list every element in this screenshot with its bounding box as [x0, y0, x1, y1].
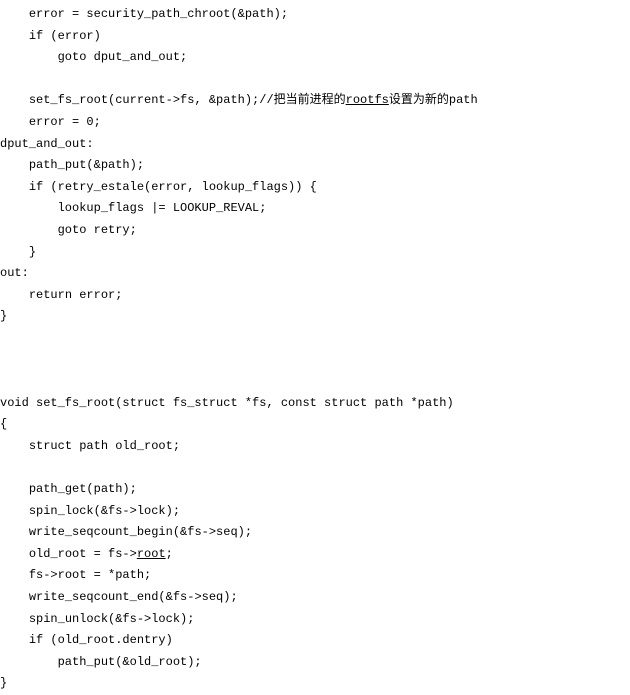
code-line: out:	[0, 263, 630, 285]
code-token: if (error)	[29, 29, 101, 43]
code-line: fs->root = *path;	[0, 565, 630, 587]
code-line: dput_and_out:	[0, 134, 630, 156]
code-line: write_seqcount_begin(&fs->seq);	[0, 522, 630, 544]
code-line: }	[0, 242, 630, 264]
code-token: ;	[166, 547, 173, 561]
code-line: struct path old_root;	[0, 436, 630, 458]
code-line: path_get(path);	[0, 479, 630, 501]
code-line: write_seqcount_end(&fs->seq);	[0, 587, 630, 609]
code-token: write_seqcount_begin(&fs->seq);	[29, 525, 252, 539]
code-line: goto dput_and_out;	[0, 47, 630, 69]
code-line: {	[0, 414, 630, 436]
code-token: error = 0;	[29, 115, 101, 129]
code-block: error = security_path_chroot(&path); if …	[0, 4, 630, 695]
code-line: path_put(&old_root);	[0, 652, 630, 674]
code-token: goto dput_and_out;	[58, 50, 188, 64]
code-line: error = security_path_chroot(&path);	[0, 4, 630, 26]
code-line: }	[0, 306, 630, 328]
code-line: if (old_root.dentry)	[0, 630, 630, 652]
code-line: return error;	[0, 285, 630, 307]
code-line: void set_fs_root(struct fs_struct *fs, c…	[0, 393, 630, 415]
code-token: }	[0, 309, 7, 323]
code-line: }	[0, 673, 630, 695]
code-token: set_fs_root(current->fs, &path);//把当前进程的	[29, 93, 346, 107]
code-token-underlined: root	[137, 547, 166, 561]
code-token: path_get(path);	[29, 482, 137, 496]
code-token: error = security_path_chroot(&path);	[29, 7, 288, 21]
code-line	[0, 350, 630, 372]
code-line: set_fs_root(current->fs, &path);//把当前进程的…	[0, 90, 630, 112]
code-token: lookup_flags |= LOOKUP_REVAL;	[58, 201, 267, 215]
code-token: goto retry;	[58, 223, 137, 237]
code-line: if (error)	[0, 26, 630, 48]
code-line: lookup_flags |= LOOKUP_REVAL;	[0, 198, 630, 220]
code-token: }	[29, 245, 36, 259]
code-line	[0, 328, 630, 350]
code-token: spin_lock(&fs->lock);	[29, 504, 180, 518]
code-token: }	[0, 676, 7, 690]
code-line: spin_unlock(&fs->lock);	[0, 609, 630, 631]
code-token: struct path old_root;	[29, 439, 180, 453]
code-line: spin_lock(&fs->lock);	[0, 501, 630, 523]
code-token: return error;	[29, 288, 123, 302]
code-line: path_put(&path);	[0, 155, 630, 177]
code-token-underlined: rootfs	[346, 93, 389, 107]
code-line: old_root = fs->root;	[0, 544, 630, 566]
code-token: out:	[0, 266, 29, 280]
code-line: goto retry;	[0, 220, 630, 242]
code-token: void set_fs_root(struct fs_struct *fs, c…	[0, 396, 454, 410]
code-token: spin_unlock(&fs->lock);	[29, 612, 195, 626]
code-token: fs->root = *path;	[29, 568, 151, 582]
code-token: if (retry_estale(error, lookup_flags)) {	[29, 180, 317, 194]
code-line	[0, 69, 630, 91]
code-token: write_seqcount_end(&fs->seq);	[29, 590, 238, 604]
code-token: dput_and_out:	[0, 137, 94, 151]
code-token: path_put(&path);	[29, 158, 144, 172]
code-line: if (retry_estale(error, lookup_flags)) {	[0, 177, 630, 199]
code-line	[0, 371, 630, 393]
code-token: old_root = fs->	[29, 547, 137, 561]
code-token: {	[0, 417, 7, 431]
code-token: path_put(&old_root);	[58, 655, 202, 669]
code-token: if (old_root.dentry)	[29, 633, 173, 647]
code-token: 设置为新的path	[389, 93, 478, 107]
code-line: error = 0;	[0, 112, 630, 134]
code-line	[0, 457, 630, 479]
